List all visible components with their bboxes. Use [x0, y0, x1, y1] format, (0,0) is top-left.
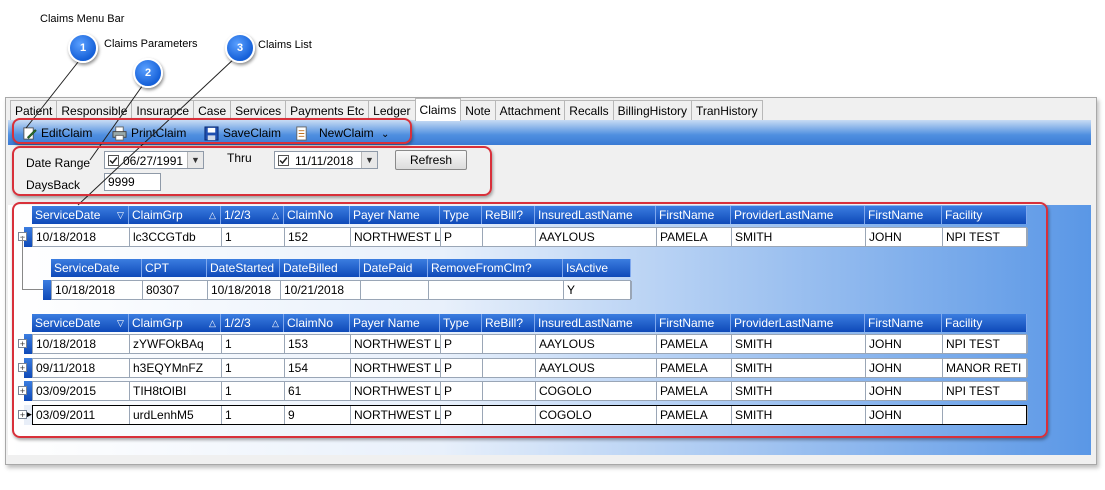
tab-note[interactable]: Note [460, 100, 496, 121]
tab-recalls[interactable]: Recalls [564, 100, 614, 121]
callout-badge-1: 1 [68, 33, 98, 63]
claims-menu-bar-callout: Claims Menu Bar [40, 13, 125, 25]
parameters-highlight [12, 146, 492, 196]
callout-badge-2: 2 [133, 58, 163, 88]
claims-list-highlight [12, 202, 1048, 438]
callout-badge-3: 3 [225, 33, 255, 63]
tab-claims[interactable]: Claims [414, 98, 462, 121]
tab-attachment[interactable]: Attachment [494, 100, 566, 121]
tab-tranhistory[interactable]: TranHistory [691, 100, 763, 121]
claims-parameters-callout: Claims Parameters [104, 38, 198, 50]
menu-bar-highlight [12, 118, 412, 144]
claims-list-callout: Claims List [258, 39, 312, 51]
tab-billinghistory[interactable]: BillingHistory [612, 100, 692, 121]
